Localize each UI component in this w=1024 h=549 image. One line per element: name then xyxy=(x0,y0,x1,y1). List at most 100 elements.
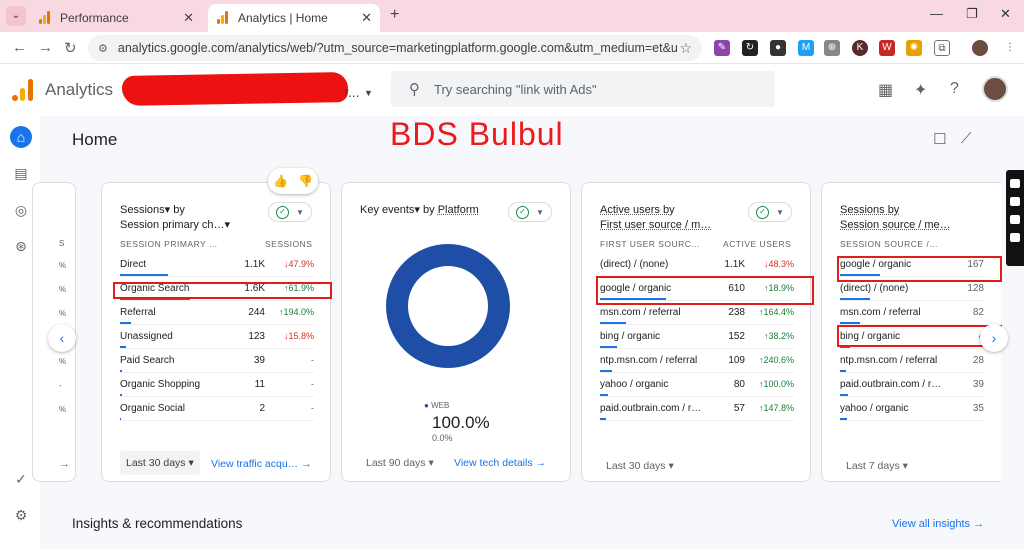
camera-icon[interactable] xyxy=(1010,179,1020,188)
analytics-logo-icon[interactable] xyxy=(12,79,34,101)
restore-icon[interactable]: ❐ xyxy=(966,6,978,22)
row-bar xyxy=(600,418,606,420)
table-row[interactable]: ntp.msn.com / referral 28 xyxy=(840,349,984,373)
table-row[interactable]: bing / organic 152 ↑38.2% xyxy=(600,325,794,349)
settings-gear-icon[interactable]: ⚙ xyxy=(10,504,32,526)
scroll-left-button[interactable]: ‹ xyxy=(48,324,76,352)
close-tab-icon[interactable]: ✕ xyxy=(361,10,372,26)
row-dimension: paid.outbrain.com / r… xyxy=(600,403,702,414)
sync-extension-icon[interactable]: ↻ xyxy=(742,40,758,56)
date-range-selector[interactable]: Last 30 days ▾ xyxy=(606,460,674,472)
view-tech-details-link[interactable]: View tech details → xyxy=(454,457,546,469)
card-title[interactable]: Sessions by Session source / me… xyxy=(840,203,951,233)
view-all-insights-link[interactable]: View all insights → xyxy=(892,518,984,530)
dropdown-arrow-icon: ▼ xyxy=(776,207,784,217)
date-range-selector[interactable]: Last 30 days ▾ xyxy=(120,451,200,475)
table-row[interactable]: Referral 244 ↑194.0% xyxy=(120,301,314,325)
card-title-line1: Active users by xyxy=(600,204,675,216)
site-info-icon[interactable]: ⚙ xyxy=(98,42,108,55)
copy-icon[interactable] xyxy=(1010,215,1020,224)
chrome-menu-icon[interactable]: ⋮ xyxy=(1002,40,1018,56)
table-row[interactable]: ntp.msn.com / referral 109 ↑240.6% xyxy=(600,349,794,373)
insights-trend-icon[interactable]: ⟋ xyxy=(961,130,972,147)
key-value: 100.0% xyxy=(432,413,490,432)
insight-status-pill[interactable]: ✓ ▼ xyxy=(268,202,312,222)
row-value: 1.1K xyxy=(724,259,745,270)
view-traffic-acquisition-link[interactable]: View traffic acqu… → xyxy=(211,458,312,470)
forward-icon[interactable]: → xyxy=(38,39,53,56)
advertising-icon[interactable]: ⊛ xyxy=(10,235,32,257)
card-title[interactable]: Active users by First user source / m… xyxy=(600,203,711,233)
scroll-right-button[interactable]: › xyxy=(980,324,1008,352)
highlight-box-google-organic-2 xyxy=(837,256,1002,282)
row-delta: - xyxy=(311,403,314,413)
close-tab-icon[interactable]: ✕ xyxy=(183,10,194,26)
sparkle-icon[interactable]: ✦ xyxy=(914,80,927,100)
table-row[interactable]: paid.outbrain.com / r… 39 xyxy=(840,373,984,397)
table-row[interactable]: Direct 1.1K ↓47.9% xyxy=(120,253,314,277)
ga-header: Analytics r... ▼ ⚲ Try searching "link w… xyxy=(0,64,1024,116)
bookmark-star-icon[interactable]: ☆ xyxy=(679,40,692,57)
arrow-right-icon[interactable]: → xyxy=(59,458,71,470)
check-circle-icon: ✓ xyxy=(516,205,530,219)
row-delta: - xyxy=(311,355,314,365)
profile-avatar-icon[interactable] xyxy=(972,40,988,56)
row-bar xyxy=(120,418,121,420)
thumbs-up-icon[interactable]: 👍 xyxy=(273,174,288,188)
row-bar xyxy=(120,346,126,348)
reports-icon[interactable]: ▤ xyxy=(10,162,32,184)
globe-extension-icon[interactable]: ⊕ xyxy=(824,40,840,56)
gear-extension-icon[interactable]: ✺ xyxy=(906,40,922,56)
card-title-line1: Sessions by xyxy=(840,204,900,216)
explore-icon[interactable]: ◎ xyxy=(10,199,32,221)
date-range-selector[interactable]: Last 90 days ▾ xyxy=(366,457,434,469)
card-title[interactable]: Key events▾ by Platform xyxy=(360,203,479,218)
table-row[interactable]: Unassigned 123 ↓15.8% xyxy=(120,325,314,349)
tab-search-menu-icon[interactable]: ⌄ xyxy=(6,6,26,26)
row-dimension: Organic Shopping xyxy=(120,379,201,390)
ghost-col-header: S xyxy=(59,239,65,248)
insight-status-pill[interactable]: ✓ ▼ xyxy=(508,202,552,222)
card-title[interactable]: Sessions▾ by Session primary ch…▾ xyxy=(120,203,230,233)
table-row[interactable]: Paid Search 39 - xyxy=(120,349,314,373)
avatar[interactable] xyxy=(982,76,1008,102)
row-value: 35 xyxy=(972,403,984,414)
close-window-icon[interactable]: ✕ xyxy=(1000,6,1011,22)
tab-analytics-home[interactable]: Analytics | Home ✕ xyxy=(208,4,380,32)
red-extension-icon[interactable]: W xyxy=(879,40,895,56)
new-tab-button[interactable]: + xyxy=(390,6,399,24)
help-icon[interactable]: ? xyxy=(950,80,959,98)
apps-grid-icon[interactable]: ▦ xyxy=(878,80,893,100)
home-icon[interactable]: ⌂ xyxy=(10,126,32,148)
table-row[interactable]: Organic Shopping 11 - xyxy=(120,373,314,397)
us-extension-icon[interactable]: ● xyxy=(770,40,786,56)
back-icon[interactable]: ← xyxy=(12,39,27,56)
table-row[interactable]: yahoo / organic 80 ↑100.0% xyxy=(600,373,794,397)
tab-performance[interactable]: Performance ✕ xyxy=(30,4,202,32)
date-range-selector[interactable]: Last 7 days ▾ xyxy=(846,460,908,472)
reload-icon[interactable]: ↻ xyxy=(64,39,77,57)
m-extension-icon[interactable]: M xyxy=(798,40,814,56)
customize-icon[interactable]: ☐ xyxy=(933,130,946,148)
extensions-puzzle-icon[interactable]: ⧉ xyxy=(934,40,950,56)
chevron-down-icon[interactable]: ▼ xyxy=(364,88,373,98)
k-extension-icon[interactable]: K xyxy=(852,40,868,56)
metric-selector[interactable]: Key events▾ xyxy=(360,204,420,216)
insight-status-pill[interactable]: ✓ ▼ xyxy=(748,202,792,222)
table-row[interactable]: Organic Social 2 - xyxy=(120,397,314,421)
thumbs-down-icon[interactable]: 👎 xyxy=(298,174,313,188)
table-row[interactable]: (direct) / (none) 1.1K ↓48.3% xyxy=(600,253,794,277)
table-row[interactable]: paid.outbrain.com / r… 57 ↑147.8% xyxy=(600,397,794,421)
video-icon[interactable] xyxy=(1010,197,1020,206)
row-dimension: paid.outbrain.com / r… xyxy=(840,379,942,390)
pen-extension-icon[interactable]: ✎ xyxy=(714,40,730,56)
settings-icon[interactable] xyxy=(1010,233,1020,242)
address-bar[interactable]: ⚙ analytics.google.com/analytics/web/?ut… xyxy=(88,35,702,61)
admin-check-icon[interactable]: ✓ xyxy=(10,468,32,490)
dimension-selector[interactable]: Platform xyxy=(438,204,479,216)
table-row[interactable]: msn.com / referral 82 xyxy=(840,301,984,325)
account-selector[interactable]: r... xyxy=(344,84,360,100)
search-input[interactable]: ⚲ Try searching "link with Ads" xyxy=(391,71,775,107)
table-row[interactable]: yahoo / organic 35 xyxy=(840,397,984,421)
minimize-icon[interactable]: — xyxy=(930,6,943,21)
